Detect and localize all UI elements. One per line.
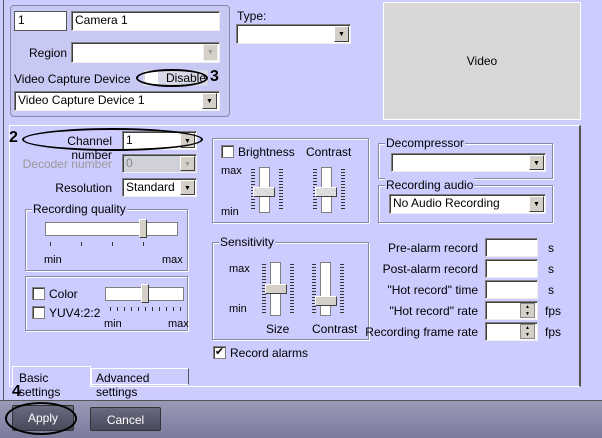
tab-basic-settings[interactable]: Basic settings <box>12 366 91 399</box>
size-ticks-right <box>290 264 294 314</box>
vcd-combo[interactable]: Video Capture Device 1 <box>14 91 220 111</box>
sensitivity-label: Sensitivity <box>219 235 276 249</box>
sens-contrast-label: Contrast <box>312 322 358 336</box>
type-label: Type: <box>237 9 267 23</box>
yuv-label: YUV4:2:2 <box>49 306 101 320</box>
size-slider-thumb[interactable] <box>265 284 287 294</box>
field-label: Recording frame rate <box>365 325 478 339</box>
chevron-down-icon: ▼ <box>180 156 195 171</box>
vcd-label: Video Capture Device <box>14 72 131 86</box>
camera-name-input[interactable]: Camera 1 <box>71 11 220 31</box>
color-checkbox[interactable] <box>32 287 45 300</box>
chevron-down-icon: ▼ <box>334 26 349 42</box>
chevron-down-icon: ▼ <box>529 196 544 212</box>
region-label: Region <box>29 46 68 60</box>
sensitivity-min: min <box>229 303 247 315</box>
brightness-max: max <box>221 165 242 177</box>
yuv-checkbox[interactable] <box>32 306 45 319</box>
annotation-ellipse-3 <box>136 69 208 87</box>
field-label: Post-alarm record <box>382 262 478 276</box>
color-label: Color <box>49 287 78 301</box>
brightness-ticks-right <box>279 169 283 211</box>
chevron-down-icon: ▼ <box>203 44 218 61</box>
cancel-button[interactable]: Cancel <box>90 407 161 431</box>
decompressor-combo[interactable]: ▼ <box>391 153 546 172</box>
quality-slider-thumb[interactable] <box>139 219 147 238</box>
quality-min: min <box>44 254 62 266</box>
sens-contrast-slider-thumb[interactable] <box>315 296 337 306</box>
annotation-ellipse-2 <box>22 128 203 151</box>
annotation-ellipse-4 <box>5 402 77 435</box>
quality-ticks <box>50 242 174 246</box>
recording-audio-label: Recording audio <box>385 178 475 192</box>
recording-audio-combo[interactable]: No Audio Recording ▼ <box>389 194 546 214</box>
brightness-min: min <box>221 206 239 218</box>
camera-group: 1 Camera 1 Region ▼ Video Capture Device… <box>10 5 230 117</box>
region-combo: ▼ <box>71 42 220 63</box>
type-combo[interactable]: ▼ <box>236 24 351 44</box>
field-unit: fps <box>545 325 562 339</box>
sens-contrast-ticks <box>312 264 316 314</box>
annotation-3: 3 <box>210 68 219 85</box>
field-input[interactable] <box>485 280 538 299</box>
brightness-slider-thumb[interactable] <box>253 187 275 197</box>
field-label: "Hot record" rate <box>389 304 478 318</box>
video-label: Video <box>466 54 498 68</box>
color-ticks <box>110 307 182 311</box>
record-alarms-checkbox[interactable]: ✔ <box>213 346 226 359</box>
contrast-slider-thumb[interactable] <box>315 187 337 197</box>
decoder-label: Decoder number <box>22 157 112 171</box>
field-input[interactable] <box>485 259 538 278</box>
camera-id-input[interactable]: 1 <box>14 11 67 31</box>
brightness-contrast-label: Contrast <box>306 145 352 159</box>
brightness-checkbox[interactable] <box>221 145 234 158</box>
decompressor-label: Decompressor <box>385 136 466 150</box>
field-label: Pre-alarm record <box>387 241 478 255</box>
tab-advanced-settings[interactable]: Advanced settings <box>91 368 189 399</box>
sens-contrast-ticks-right <box>340 264 344 314</box>
color-min: min <box>104 318 122 330</box>
window-edge <box>3 0 4 400</box>
recording-quality-label: Recording quality <box>32 202 127 216</box>
video-preview: Video <box>383 2 581 120</box>
spinner-icon[interactable]: ▲ ▼ <box>520 324 535 339</box>
field-unit: s <box>548 241 554 255</box>
annotation-2: 2 <box>9 129 18 146</box>
chevron-down-icon: ▼ <box>529 155 544 170</box>
brightness-label: Brightness <box>238 145 295 159</box>
contrast-ticks-right <box>341 169 345 211</box>
field-unit: s <box>548 283 554 297</box>
color-slider-thumb[interactable] <box>141 284 149 303</box>
spinner-icon[interactable]: ▲ ▼ <box>520 303 535 318</box>
sens-contrast-slider[interactable] <box>320 262 331 316</box>
annotation-4: 4 <box>12 383 21 400</box>
field-unit: fps <box>545 304 562 318</box>
record-alarms-label: Record alarms <box>230 346 309 360</box>
field-unit: s <box>548 262 554 276</box>
decoder-combo: 0 ▼ <box>122 154 197 173</box>
quality-max: max <box>162 254 183 266</box>
sensitivity-max: max <box>229 263 250 275</box>
color-max: max <box>168 318 189 330</box>
field-label: "Hot record" time <box>387 283 478 297</box>
chevron-down-icon[interactable]: ▼ <box>202 93 217 109</box>
field-input[interactable] <box>485 238 538 257</box>
resolution-combo[interactable]: Standard ▼ <box>122 178 197 197</box>
size-label: Size <box>266 322 290 336</box>
resolution-label: Resolution <box>55 181 112 195</box>
quality-slider[interactable] <box>45 222 178 236</box>
chevron-down-icon: ▼ <box>180 180 195 195</box>
